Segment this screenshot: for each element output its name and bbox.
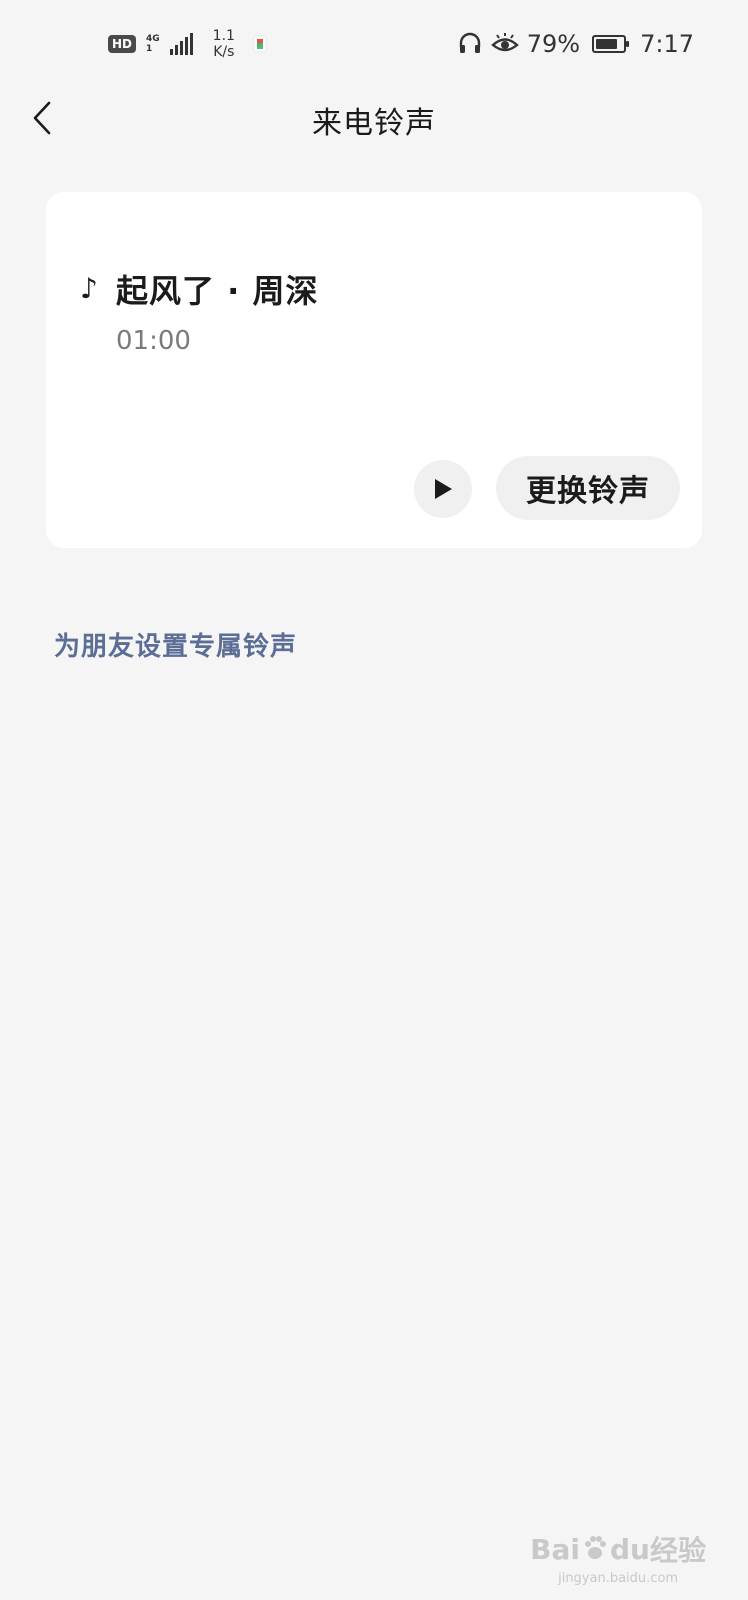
headphones-icon	[459, 32, 480, 53]
watermark-url: jingyan.baidu.com	[558, 1571, 679, 1586]
app-notification-icon	[253, 35, 267, 53]
network-type-label: 4G	[146, 34, 160, 44]
signal-strength-icon	[169, 33, 193, 55]
battery-fill	[596, 39, 618, 49]
network-speed-unit: K/s	[213, 44, 235, 60]
song-duration: 01:00	[116, 326, 191, 356]
battery-icon	[592, 35, 630, 53]
ringtone-card: ♪ 起风了 · 周深 01:00 更换铃声	[46, 192, 702, 548]
song-row: ♪ 起风了 · 周深	[80, 266, 318, 312]
play-button[interactable]	[414, 460, 472, 518]
status-left: HD 4G 1 1.1 K/s	[108, 26, 269, 62]
network-sub-label: 1	[146, 44, 153, 54]
change-ringtone-button[interactable]: 更换铃声	[496, 456, 680, 520]
status-right: 79% 7:17	[457, 24, 694, 64]
battery-percent: 79%	[526, 30, 581, 58]
watermark-brand-right: 经验	[649, 1534, 706, 1567]
network-type-indicator: 4G 1	[146, 34, 160, 54]
header: 来电铃声	[0, 88, 748, 148]
watermark-brand-left: Bai	[530, 1532, 580, 1566]
paw-icon	[585, 1536, 606, 1559]
watermark: Bai du 经验 jingyan.baidu.com	[530, 1529, 706, 1587]
status-bar: HD 4G 1 1.1 K/s 79% 7:17	[0, 0, 748, 88]
watermark-brand-mid: du	[610, 1532, 650, 1566]
play-icon	[435, 479, 452, 499]
eye-comfort-icon	[490, 33, 519, 52]
hd-badge: HD	[108, 35, 137, 53]
song-title: 起风了 · 周深	[116, 272, 319, 310]
network-speed-value: 1.1	[212, 28, 235, 44]
set-friend-ringtone-link[interactable]: 为朋友设置专属铃声	[54, 626, 297, 663]
network-speed: 1.1 K/s	[213, 28, 235, 60]
music-note-icon: ♪	[80, 272, 98, 305]
watermark-logo: Bai du 经验	[530, 1529, 706, 1569]
clock: 7:17	[640, 30, 694, 58]
page-title: 来电铃声	[312, 106, 436, 141]
